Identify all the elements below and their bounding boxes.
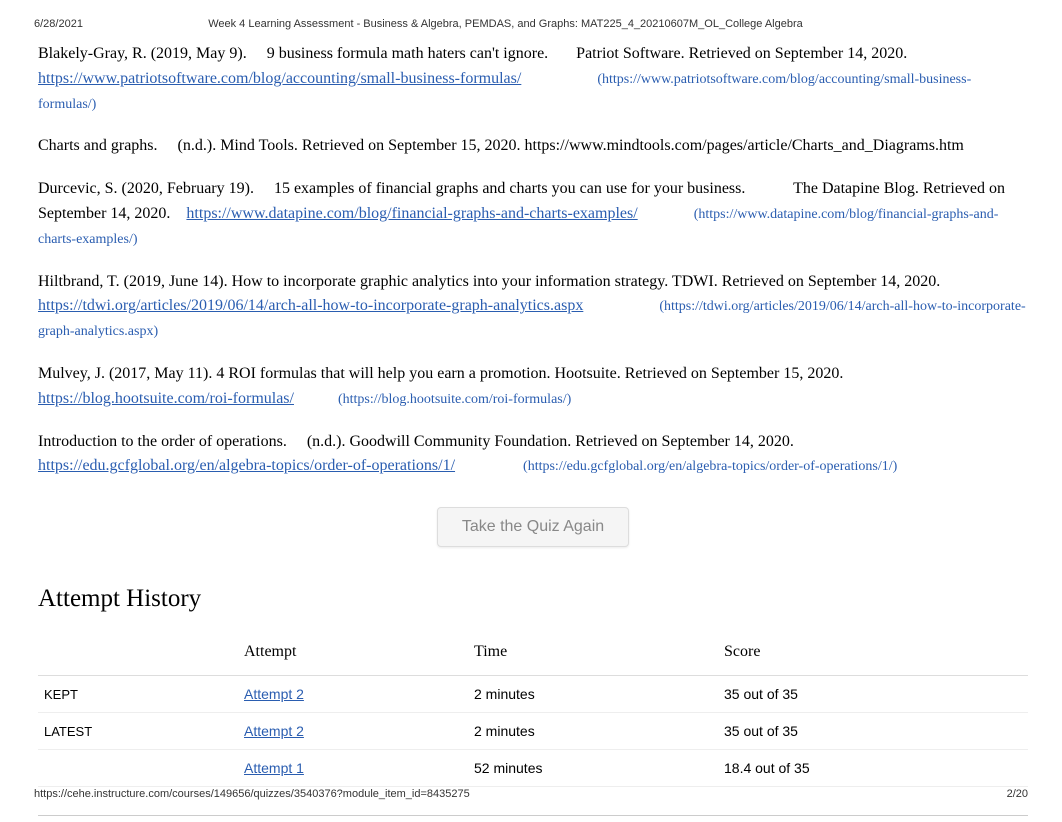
footer-url: https://cehe.instructure.com/courses/149… xyxy=(34,788,470,800)
main-content: Blakely-Gray, R. (2019, May 9). 9 busine… xyxy=(0,34,1062,816)
table-header-score: Score xyxy=(718,635,1028,676)
reference-text: Hiltbrand, T. (2019, June 14). How to in… xyxy=(38,273,940,290)
reference-link[interactable]: https://blog.hootsuite.com/roi-formulas/ xyxy=(38,390,294,407)
reference-link[interactable]: https://www.patriotsoftware.com/blog/acc… xyxy=(38,70,521,87)
table-row: LATEST Attempt 2 2 minutes 35 out of 35 xyxy=(38,713,1028,750)
table-header-time: Time xyxy=(468,635,718,676)
reference-link-paren: (https://blog.hootsuite.com/roi-formulas… xyxy=(338,392,571,407)
table-header-blank xyxy=(38,635,238,676)
attempt-tag: KEPT xyxy=(44,687,78,702)
attempt-tag: LATEST xyxy=(44,724,92,739)
attempt-time: 2 minutes xyxy=(468,713,718,750)
attempt-time: 52 minutes xyxy=(468,750,718,787)
attempt-time: 2 minutes xyxy=(468,676,718,713)
reference-item: Mulvey, J. (2017, May 11). 4 ROI formula… xyxy=(38,362,1028,412)
reference-link[interactable]: https://edu.gcfglobal.org/en/algebra-top… xyxy=(38,457,455,474)
footer-page-number: 2/20 xyxy=(1007,788,1028,800)
reference-text: Mulvey, J. (2017, May 11). 4 ROI formula… xyxy=(38,365,843,382)
take-quiz-again-button[interactable]: Take the Quiz Again xyxy=(437,507,629,547)
attempt-history-table: Attempt Time Score KEPT Attempt 2 2 minu… xyxy=(38,635,1028,787)
attempt-score: 18.4 out of 35 xyxy=(718,750,1028,787)
reference-link[interactable]: https://www.datapine.com/blog/financial-… xyxy=(186,205,637,222)
attempt-link[interactable]: Attempt 2 xyxy=(244,723,304,739)
reference-item: Durcevic, S. (2020, February 19). 15 exa… xyxy=(38,177,1028,251)
attempt-history-title: Attempt History xyxy=(38,585,1028,613)
table-row: KEPT Attempt 2 2 minutes 35 out of 35 xyxy=(38,676,1028,713)
reference-item: Charts and graphs. (n.d.). Mind Tools. R… xyxy=(38,134,1028,159)
attempt-score: 35 out of 35 xyxy=(718,713,1028,750)
table-header-row: Attempt Time Score xyxy=(38,635,1028,676)
reference-item: Blakely-Gray, R. (2019, May 9). 9 busine… xyxy=(38,42,1028,116)
table-header-attempt: Attempt xyxy=(238,635,468,676)
separator xyxy=(38,815,1028,816)
reference-item: Hiltbrand, T. (2019, June 14). How to in… xyxy=(38,270,1028,344)
reference-item: Introduction to the order of operations.… xyxy=(38,430,1028,480)
reference-link-paren: (https://edu.gcfglobal.org/en/algebra-to… xyxy=(523,459,897,474)
reference-text: Blakely-Gray, R. (2019, May 9). 9 busine… xyxy=(38,45,907,62)
reference-text: Charts and graphs. (n.d.). Mind Tools. R… xyxy=(38,137,964,154)
attempt-link[interactable]: Attempt 2 xyxy=(244,686,304,702)
table-row: Attempt 1 52 minutes 18.4 out of 35 xyxy=(38,750,1028,787)
page-header: 6/28/2021 Week 4 Learning Assessment - B… xyxy=(0,0,1062,34)
header-title: Week 4 Learning Assessment - Business & … xyxy=(0,18,1028,30)
attempt-link[interactable]: Attempt 1 xyxy=(244,760,304,776)
attempt-score: 35 out of 35 xyxy=(718,676,1028,713)
page-footer: https://cehe.instructure.com/courses/149… xyxy=(34,788,1028,800)
reference-link[interactable]: https://tdwi.org/articles/2019/06/14/arc… xyxy=(38,297,583,314)
reference-text: Introduction to the order of operations.… xyxy=(38,433,794,450)
